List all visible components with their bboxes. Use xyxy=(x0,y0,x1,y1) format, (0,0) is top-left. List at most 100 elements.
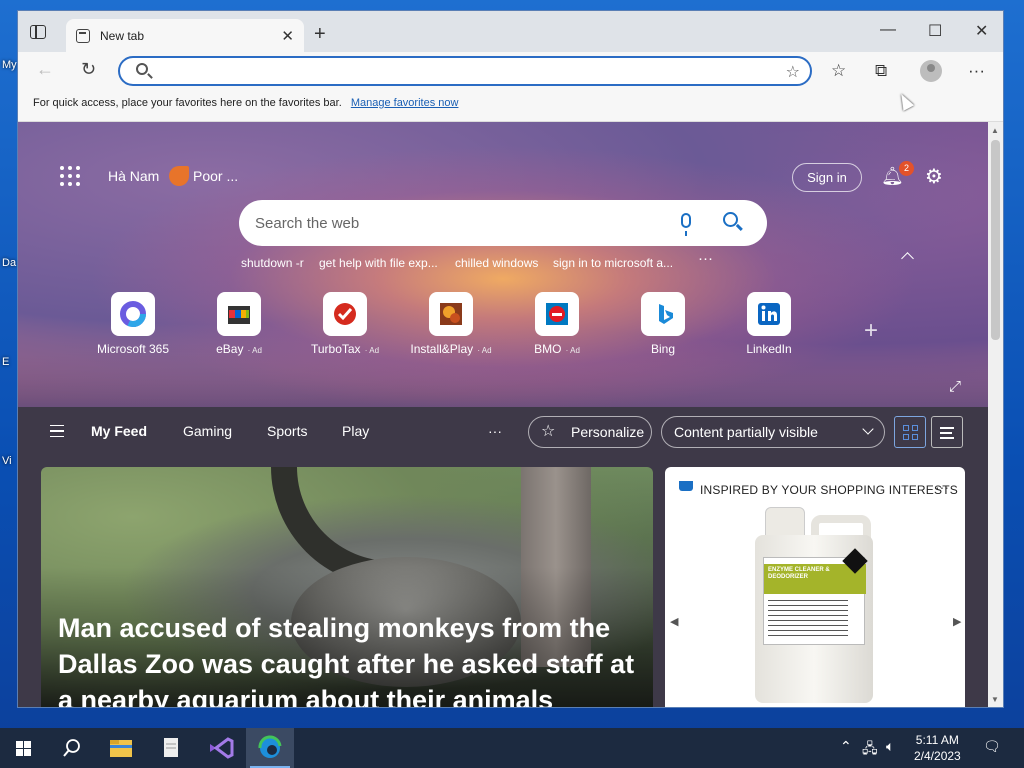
quick-link-bing[interactable]: Bing xyxy=(613,292,713,356)
minimize-button[interactable]: — xyxy=(880,21,896,39)
shopping-more-icon[interactable]: ··· xyxy=(935,479,949,495)
menu-hamburger-icon[interactable] xyxy=(50,425,64,437)
tab-play[interactable]: Play xyxy=(342,423,369,439)
quick-link-linkedin[interactable]: LinkedIn xyxy=(719,292,819,356)
start-button[interactable] xyxy=(0,728,48,768)
feed-more-icon[interactable]: ··· xyxy=(488,423,502,439)
ad-label: · Ad xyxy=(245,346,262,355)
desktop-icon-label[interactable]: E xyxy=(2,356,9,368)
notifications-bell-icon[interactable]: 🔔︎ xyxy=(881,166,904,186)
favorites-icon[interactable]: ☆ xyxy=(831,61,846,81)
new-tab-page: Hà Nam Poor ... Sign in 🔔︎ 2 ⚙ Search th… xyxy=(18,122,988,707)
product-label: ENZYME CLEANER & DEODORIZER xyxy=(763,548,868,645)
quick-link-label: eBay xyxy=(216,342,244,356)
address-bar[interactable]: ☆ xyxy=(118,56,812,86)
notepad-icon[interactable] xyxy=(147,728,195,768)
scroll-down-arrow-icon[interactable]: ▼ xyxy=(991,695,999,704)
install-play-icon xyxy=(429,292,473,336)
back-arrow-icon[interactable]: ← xyxy=(36,59,54,80)
app-launcher-icon[interactable] xyxy=(60,166,80,186)
close-tab-icon[interactable]: ✕ xyxy=(281,27,294,45)
favorites-bar-message: For quick access, place your favorites h… xyxy=(33,97,342,109)
location-label[interactable]: Hà Nam xyxy=(108,168,159,184)
show-hidden-icons-chevron-icon[interactable]: ⌃ xyxy=(840,738,852,755)
tab-sports[interactable]: Sports xyxy=(267,423,307,439)
newtab-page-icon xyxy=(76,28,90,43)
weather-icon[interactable] xyxy=(169,166,189,186)
close-button[interactable]: ✕ xyxy=(975,21,988,41)
trending-more-icon[interactable]: ··· xyxy=(698,250,713,267)
trending-search-item[interactable]: sign in to microsoft a... xyxy=(553,256,673,270)
microphone-icon[interactable] xyxy=(681,213,691,236)
turbotax-icon xyxy=(323,292,367,336)
tab-my-feed[interactable]: My Feed xyxy=(91,423,147,439)
edge-browser-icon[interactable] xyxy=(246,728,294,768)
gear-icon[interactable]: ⚙ xyxy=(925,164,943,189)
sign-in-button[interactable]: Sign in xyxy=(792,163,862,192)
search-input[interactable]: Search the web xyxy=(255,215,359,232)
trending-search-item[interactable]: chilled windows xyxy=(455,256,538,270)
search-icon[interactable] xyxy=(723,212,738,227)
grid-layout-button[interactable] xyxy=(894,416,926,448)
product-image[interactable]: ENZYME CLEANER & DEODORIZER xyxy=(755,507,873,703)
quick-link-bmo[interactable]: BMO · Ad xyxy=(507,292,607,356)
quick-link-label: LinkedIn xyxy=(746,342,792,356)
collapse-chevron-up-icon[interactable] xyxy=(901,252,914,265)
trending-search-item[interactable]: shutdown -r xyxy=(241,256,304,270)
shopping-header: INSPIRED BY YOUR SHOPPING INTERESTS xyxy=(700,483,958,497)
add-favorite-icon[interactable]: ☆ xyxy=(786,62,800,82)
volume-icon[interactable]: 🔈︎ xyxy=(886,738,894,755)
visual-studio-icon[interactable] xyxy=(197,728,245,768)
network-icon[interactable]: 🖧︎ xyxy=(862,738,878,762)
tab-bar: New tab ✕ + — ☐ ✕ xyxy=(18,11,1003,52)
microsoft365-icon xyxy=(111,292,155,336)
shopping-card[interactable]: INSPIRED BY YOUR SHOPPING INTERESTS ··· … xyxy=(665,467,965,707)
desktop-icon-label[interactable]: Da xyxy=(2,257,16,269)
quick-link-label: TurboTax xyxy=(310,342,361,356)
refresh-icon[interactable]: ↻ xyxy=(81,59,96,80)
carousel-next-icon[interactable]: ▶ xyxy=(953,615,961,628)
expand-icon[interactable]: ⤢ xyxy=(949,378,961,395)
quick-link-ebay[interactable]: eBay · Ad xyxy=(189,292,289,356)
file-explorer-icon[interactable] xyxy=(97,728,145,768)
manage-favorites-link[interactable]: Manage favorites now xyxy=(351,97,459,109)
news-story-card[interactable]: Man accused of stealing monkeys from the… xyxy=(41,467,653,707)
feed-navigation: My Feed Gaming Sports Play ··· ☆ Persona… xyxy=(18,407,988,457)
add-quick-link-button[interactable]: + xyxy=(864,317,878,345)
content-visibility-dropdown[interactable]: Content partially visible xyxy=(661,416,885,448)
action-center-icon[interactable]: 🗨︎ xyxy=(983,738,1001,755)
tab-gaming[interactable]: Gaming xyxy=(183,423,232,439)
ad-label: · Ad xyxy=(563,346,580,355)
personalize-button[interactable]: ☆ Personalize xyxy=(528,416,652,448)
collections-icon[interactable]: ⧉ xyxy=(875,61,887,81)
clock-date: 2/4/2023 xyxy=(914,749,961,763)
profile-avatar[interactable] xyxy=(920,60,942,82)
trending-search-item[interactable]: get help with file exp... xyxy=(319,256,438,270)
quick-link-microsoft365[interactable]: Microsoft 365 xyxy=(83,292,183,356)
web-search-box[interactable]: Search the web xyxy=(239,200,767,246)
search-icon xyxy=(136,63,148,75)
product-label-lines xyxy=(768,600,848,640)
desktop-icon-label[interactable]: My xyxy=(2,59,17,71)
scroll-up-arrow-icon[interactable]: ▲ xyxy=(991,126,999,135)
vertical-scrollbar[interactable]: ▲ ▼ xyxy=(988,122,1003,707)
system-clock[interactable]: 5:11 AM 2/4/2023 xyxy=(914,732,961,764)
new-tab-button[interactable]: + xyxy=(314,23,326,46)
search-icon[interactable] xyxy=(48,728,96,768)
desktop-icon-label[interactable]: Vi xyxy=(2,455,12,467)
maximize-button[interactable]: ☐ xyxy=(928,21,942,41)
content-visibility-label: Content partially visible xyxy=(674,424,818,440)
quick-link-install-play[interactable]: Install&Play · Ad xyxy=(401,292,501,356)
quick-link-turbotax[interactable]: TurboTax · Ad xyxy=(295,292,395,356)
settings-more-icon[interactable]: ··· xyxy=(968,61,985,81)
personalize-label: Personalize xyxy=(571,424,645,440)
scrollbar-thumb[interactable] xyxy=(991,140,1000,340)
ebay-icon xyxy=(217,292,261,336)
weather-label[interactable]: Poor ... xyxy=(193,168,238,184)
list-layout-button[interactable] xyxy=(931,416,963,448)
tab-new-tab[interactable]: New tab ✕ xyxy=(66,19,304,52)
product-jug-neck xyxy=(765,507,805,537)
carousel-prev-icon[interactable]: ◀ xyxy=(670,615,678,628)
story-headline[interactable]: Man accused of stealing monkeys from the… xyxy=(58,610,643,707)
tab-actions-icon[interactable] xyxy=(30,25,46,39)
